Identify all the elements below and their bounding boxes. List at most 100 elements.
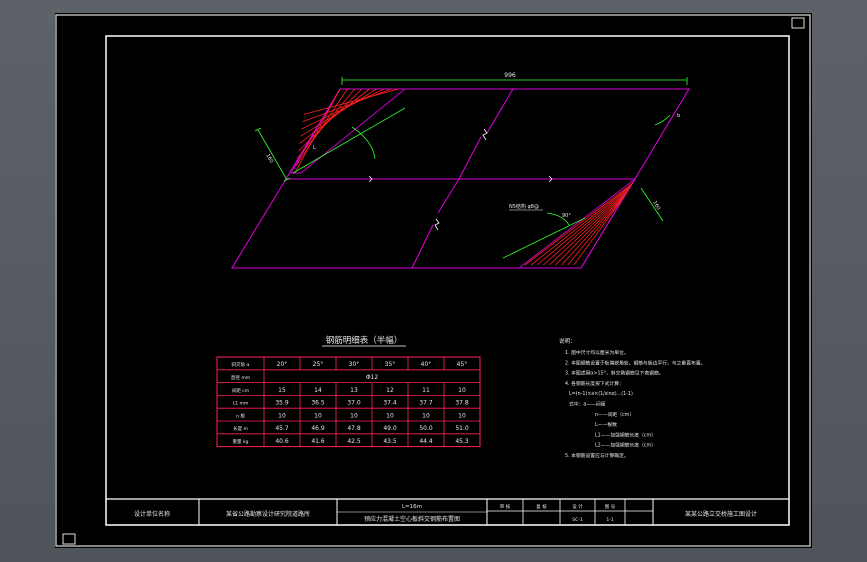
dimension-lines [254, 77, 688, 259]
hatch-boundary-top-left [290, 88, 407, 174]
rebar-line [301, 88, 385, 130]
table-cell: 13 [350, 387, 358, 394]
table-cell: 37.8 [455, 400, 469, 407]
table-row-label: 直径 mm [231, 374, 250, 381]
table-cell: 37.4 [383, 400, 397, 407]
table-title: 钢筋明细表（半幅） [326, 335, 403, 346]
note-line: 式中：a——间距 [569, 401, 606, 408]
corner-tab-tr [791, 17, 805, 29]
rebar-line [530, 184, 632, 266]
rebar-line [567, 196, 624, 266]
title-block: 设计单位名称 某省公路勘察设计研究院道路所 L=16m 预应力混凝土空心板斜交钢… [106, 498, 789, 525]
table-header-cell: 斜交角 α [232, 361, 250, 368]
table-cell: 12 [386, 387, 394, 394]
dim-left-b-label: L [313, 145, 316, 151]
table-cell: 43.5 [383, 438, 397, 445]
sheet-value-cell: 1-1 [606, 517, 613, 523]
rebar-line [299, 88, 370, 144]
table-cell: 46.9 [311, 425, 325, 432]
notes-heading: 说明： [559, 337, 576, 345]
rebar-line [543, 188, 630, 266]
outer-frame [55, 14, 811, 547]
drawing-notes: 说明： 1. 图中尺寸均以厘米为单位。 2. 本图钢筋设置于板端锐角处，钢筋与板边… [559, 337, 705, 459]
rebar-line [302, 88, 392, 123]
table-cell: 37.0 [347, 400, 361, 407]
title-block-drawing-no: L=16m [402, 504, 422, 510]
title-block-org: 设计单位名称 [134, 510, 170, 518]
break-mark [434, 218, 440, 231]
table-header-cell: 40° [421, 361, 432, 368]
table-cell: 10 [278, 412, 286, 419]
dim-right-b-label: 90° [562, 213, 571, 219]
table-cell: 41.6 [311, 438, 325, 445]
table-row-label: 间距 cm [232, 387, 249, 394]
table-cell: 10 [350, 412, 358, 419]
title-block-project: 某某公路立交桥施工图设计 [685, 510, 757, 518]
table-row-label: n 根 [236, 412, 245, 419]
rebar-line [573, 198, 623, 266]
table-header-cell: 45° [457, 361, 468, 368]
table-cell: 44.4 [419, 438, 433, 445]
note-line: 2. 本图钢筋设置于板端锐角处，钢筋与板边平行，与之垂直布置。 [565, 359, 705, 366]
skew-slab-outline [231, 88, 690, 269]
table-cell: 45.3 [455, 438, 469, 445]
rebar-line [536, 186, 631, 266]
cad-viewport[interactable]: 996 b 160 L 160 90° N5结构 φ8@ 钢筋明细表（半幅） 斜… [55, 13, 812, 548]
sheet-header-cell: 复 核 [536, 503, 547, 510]
rebar-line [524, 182, 634, 266]
note-line: L——根数 [595, 421, 617, 428]
table-cell: 14 [314, 387, 322, 394]
rebar-line [294, 88, 341, 174]
cad-drawing-canvas[interactable]: 996 b 160 L 160 90° N5结构 φ8@ 钢筋明细表（半幅） 斜… [55, 13, 812, 548]
table-cell: 10 [386, 412, 394, 419]
table-cell: 10 [422, 412, 430, 419]
table-row-label: 重量 kg [233, 438, 249, 445]
table-cell: 49.0 [383, 425, 397, 432]
table-cell: 40.6 [275, 438, 289, 445]
note-line: 5. 本钢筋设置应与计算确定。 [565, 452, 629, 459]
rebar-callout: N5结构 φ8@ [509, 203, 539, 210]
inner-frame [105, 35, 790, 526]
dim-overall-label: 996 [504, 72, 516, 79]
table-row-label: L1 mm [233, 401, 249, 407]
note-line: 3. 本图适用α>15°，斜交角钢筋见下表钢筋。 [565, 370, 664, 377]
table-cell: Φ12 [366, 374, 379, 381]
table-cell: 47.8 [347, 425, 361, 432]
note-line: L2——加强钢筋长度（cm） [595, 442, 656, 449]
table-cell: 36.5 [311, 400, 325, 407]
sheet-value-cell: SC-1 [572, 517, 583, 523]
rebar-line [549, 190, 628, 266]
table-cell: 35.9 [275, 400, 289, 407]
rebar-schedule-table: 斜交角 α 20° 25° 30° 35° 40° 45° 直径 mm Φ12 间距 cm 15 14… [216, 356, 481, 448]
slab-panel-top [285, 88, 690, 180]
table-cell: 45.7 [275, 425, 289, 432]
table-cell: 51.0 [455, 425, 469, 432]
dim-skew-top-label: b [677, 113, 680, 119]
rebar-line [295, 88, 348, 166]
table-header-cell: 25° [313, 361, 324, 368]
table-header-cell: 30° [349, 361, 360, 368]
table-cell: 10 [314, 412, 322, 419]
sheet-header-cell: 图 号 [605, 504, 616, 510]
sheet-header-cell: 审 核 [500, 503, 511, 510]
table-cell: 11 [422, 387, 430, 394]
hatch-boundary-bottom-right [517, 178, 636, 269]
slab-joint-lower [411, 178, 460, 269]
table-cell: 10 [458, 387, 466, 394]
table-cell: 50.0 [419, 425, 433, 432]
rebar-line [300, 88, 377, 137]
corner-tab-bl [62, 533, 76, 545]
note-line: 4. 各钢筋长度按下式计算： [565, 380, 624, 387]
table-header-cell: 20° [277, 361, 288, 368]
table-cell: 37.7 [419, 400, 433, 407]
title-block-drawing-title: 预应力混凝土空心板斜交钢筋布置图 [364, 515, 460, 523]
title-block-design-institute: 某省公路勘察设计研究院道路所 [226, 510, 310, 518]
table-cell: 42.5 [347, 438, 361, 445]
table-row-label: 长度 m [233, 425, 248, 432]
note-line: 1. 图中尺寸均以厘米为单位。 [565, 349, 629, 356]
note-line: n——间距（cm） [595, 411, 634, 418]
rebar-line [555, 192, 627, 266]
table-header-cell: 35° [385, 361, 396, 368]
table-cell: 15 [278, 387, 286, 394]
note-line: L1——加强钢筋长度（cm） [595, 431, 656, 438]
